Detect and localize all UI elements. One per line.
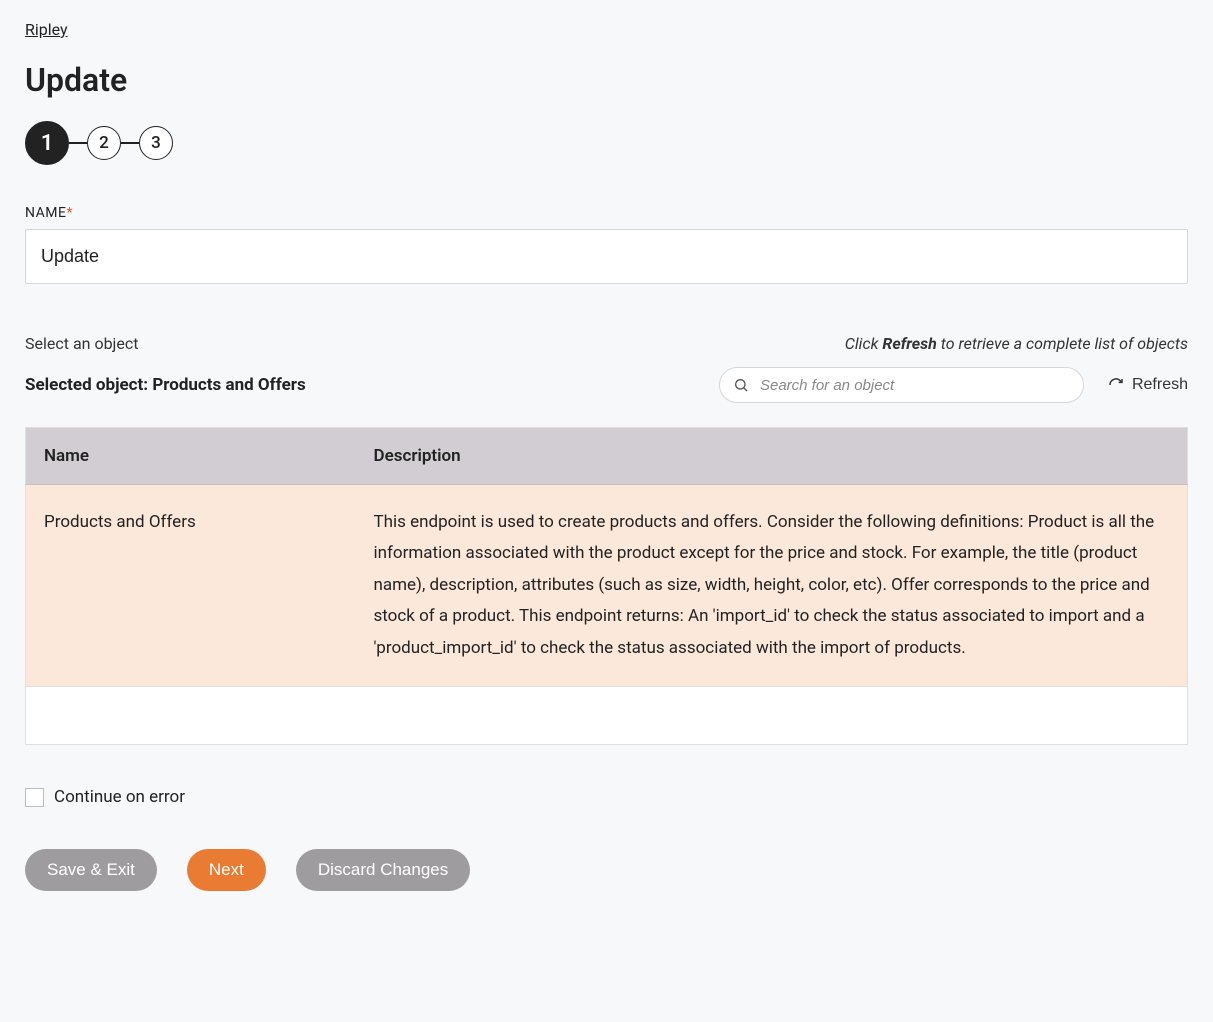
selected-object-name: Products and Offers: [152, 375, 305, 395]
table-row[interactable]: Products and Offers This endpoint is use…: [26, 485, 1188, 687]
selected-object-label: Selected object: Products and Offers: [25, 375, 306, 395]
continue-on-error-label: Continue on error: [54, 787, 185, 807]
stepper: 1 2 3: [25, 121, 1188, 165]
name-field-label: NAME*: [25, 205, 1188, 221]
required-star: *: [66, 205, 73, 221]
refresh-hint-suffix: to retrieve a complete list of objects: [937, 334, 1188, 353]
select-object-hint: Select an object: [25, 334, 138, 353]
table-header-description[interactable]: Description: [356, 428, 1188, 485]
refresh-icon: [1108, 377, 1124, 393]
object-table: Name Description Products and Offers Thi…: [25, 427, 1188, 687]
save-exit-button[interactable]: Save & Exit: [25, 849, 157, 891]
step-connector: [69, 142, 87, 144]
refresh-hint-prefix: Click: [845, 334, 883, 353]
page-title: Update: [25, 61, 1188, 99]
table-footer: [25, 687, 1188, 745]
table-cell-name: Products and Offers: [26, 485, 356, 687]
step-1[interactable]: 1: [25, 121, 69, 165]
discard-button[interactable]: Discard Changes: [296, 849, 470, 891]
table-cell-description: This endpoint is used to create products…: [356, 485, 1188, 687]
refresh-hint: Click Refresh to retrieve a complete lis…: [845, 334, 1188, 353]
table-header-name[interactable]: Name: [26, 428, 356, 485]
search-input[interactable]: [719, 367, 1084, 403]
next-button[interactable]: Next: [187, 849, 266, 891]
selected-object-prefix: Selected object:: [25, 375, 152, 395]
refresh-button[interactable]: Refresh: [1108, 376, 1188, 394]
refresh-hint-bold: Refresh: [882, 334, 936, 353]
step-connector: [121, 142, 139, 144]
continue-on-error-checkbox[interactable]: [25, 788, 44, 807]
refresh-label: Refresh: [1132, 376, 1188, 394]
breadcrumb-link[interactable]: Ripley: [25, 20, 68, 39]
name-label-text: NAME: [25, 205, 66, 221]
step-3[interactable]: 3: [139, 126, 173, 160]
search-icon: [733, 377, 749, 393]
step-2[interactable]: 2: [87, 126, 121, 160]
name-input[interactable]: [25, 229, 1188, 284]
